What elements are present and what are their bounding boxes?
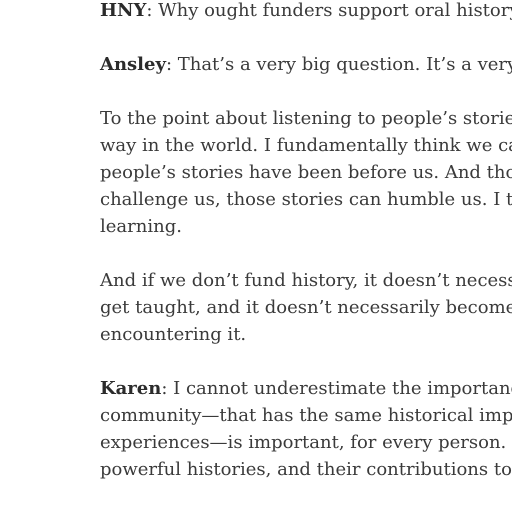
article-body: HNY: Why ought funders support oral hist… (100, 0, 512, 510)
text-line: people’s stories have been before us. An… (100, 162, 512, 183)
paragraph-fund-history: And if we don’t fund history, it doesn’t… (100, 267, 512, 348)
page: HNY: Why ought funders support oral hist… (0, 0, 512, 512)
paragraph-karen-answer: Karen: I cannot underestimate the import… (100, 375, 512, 483)
text-line: To the point about listening to people’s… (100, 108, 512, 129)
text-line: encountering it. (100, 324, 247, 345)
text-line: learning. (100, 216, 182, 237)
speaker-name: Karen (100, 378, 162, 399)
text-line: And if we don’t fund history, it doesn’t… (100, 270, 512, 291)
speaker-name: HNY (100, 0, 147, 21)
paragraph-text: : Why ought funders support oral history… (146, 0, 512, 21)
text-line: get taught, and it doesn’t necessarily b… (100, 297, 512, 318)
text-line: community—that has the same historical i… (100, 405, 512, 426)
text-line: experiences—is important, for every pers… (100, 432, 512, 453)
paragraph-text: : That’s a very big question. It’s a ver… (165, 54, 512, 75)
text-line: powerful histories, and their contributi… (100, 459, 512, 480)
text-line: way in the world. I fundamentally think … (100, 135, 512, 156)
paragraph-hny-question: HNY: Why ought funders support oral hist… (100, 0, 512, 24)
text-line: Karen: I cannot underestimate the import… (100, 375, 512, 402)
paragraph-ansley-answer: Ansley: That’s a very big question. It’s… (100, 51, 512, 78)
paragraph-text: : I cannot underestimate the importance … (161, 378, 512, 399)
speaker-name: Ansley (100, 54, 166, 75)
text-line: challenge us, those stories can humble u… (100, 189, 512, 210)
paragraph-listening-stories: To the point about listening to people’s… (100, 105, 512, 240)
